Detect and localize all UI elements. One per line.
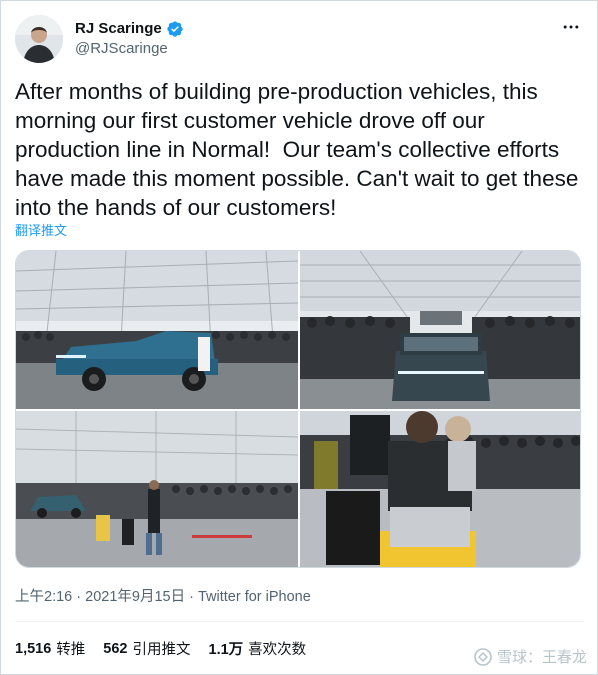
tweet-card: RJ Scaringe @RJScaringe After months of … xyxy=(0,0,598,675)
retweets-count: 1,516 xyxy=(15,640,52,657)
likes-label: 喜欢次数 xyxy=(248,642,307,658)
snowball-logo-icon xyxy=(473,647,493,667)
tweet-meta: 上午2:16 · 2021年9月15日 · Twitter for iPhone xyxy=(15,585,311,606)
photo-4[interactable] xyxy=(300,411,580,567)
meta-separator: · xyxy=(72,589,86,605)
avatar[interactable] xyxy=(15,15,63,63)
tweet-time[interactable]: 上午2:16 xyxy=(15,589,72,605)
retweets-label: 转推 xyxy=(56,642,86,658)
likes-stat[interactable]: 1.1万 喜欢次数 xyxy=(209,638,307,659)
display-name[interactable]: RJ Scaringe xyxy=(75,19,162,39)
quotes-stat[interactable]: 562 引用推文 xyxy=(103,638,190,659)
photo-3[interactable] xyxy=(16,411,298,567)
watermark: 雪球：王春龙 xyxy=(473,646,587,667)
user-names: RJ Scaringe @RJScaringe xyxy=(75,19,184,59)
watermark-text: 雪球：王春龙 xyxy=(496,649,587,666)
quotes-label: 引用推文 xyxy=(132,642,191,658)
tweet-text: After months of building pre-production … xyxy=(15,79,585,220)
tweet-source[interactable]: Twitter for iPhone xyxy=(198,589,311,605)
translate-tweet-link[interactable]: 翻译推文 xyxy=(15,220,67,239)
tweet-header: RJ Scaringe @RJScaringe xyxy=(15,15,583,63)
more-options-icon[interactable] xyxy=(559,15,583,39)
media-grid xyxy=(15,250,581,568)
user-handle[interactable]: @RJScaringe xyxy=(75,39,184,59)
verified-badge-icon xyxy=(166,20,184,38)
photo-1[interactable] xyxy=(16,251,298,409)
tweet-stats: 1,516 转推 562 引用推文 1.1万 喜欢次数 xyxy=(15,638,306,659)
retweets-stat[interactable]: 1,516 转推 xyxy=(15,638,85,659)
meta-separator: · xyxy=(185,589,198,605)
tweet-date[interactable]: 2021年9月15日 xyxy=(85,589,185,605)
photo-2[interactable] xyxy=(300,251,580,409)
divider xyxy=(15,621,583,622)
quotes-count: 562 xyxy=(103,640,128,657)
likes-count: 1.1万 xyxy=(208,642,244,658)
